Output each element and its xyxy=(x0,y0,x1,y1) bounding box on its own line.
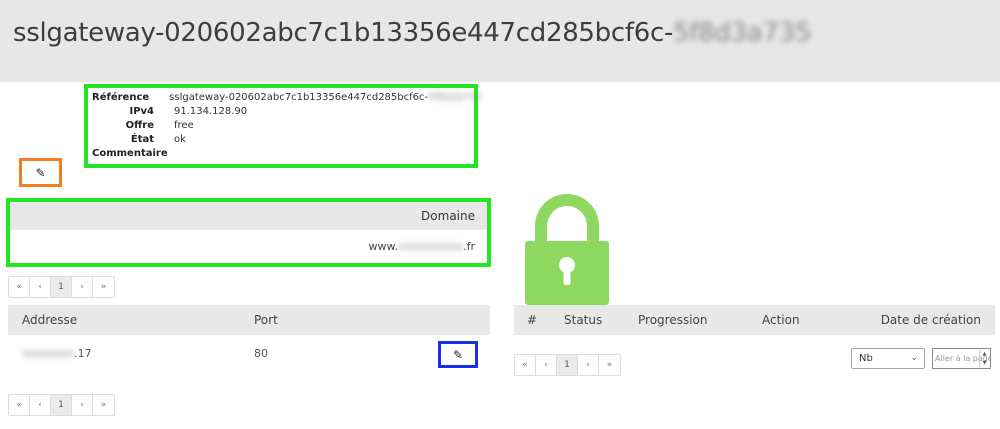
column-header-date-creation: Date de création xyxy=(880,313,981,327)
lock-icon xyxy=(525,194,609,305)
info-row-etat: État ok xyxy=(92,133,470,147)
address-pagination: « ‹ 1 › » xyxy=(8,394,115,416)
info-value-reference: sslgateway-020602abc7c1b13356e447cd285bc… xyxy=(169,92,429,103)
port-cell: 80 xyxy=(254,347,268,360)
pencil-icon: ✎ xyxy=(452,347,464,362)
column-header-address: Addresse xyxy=(22,313,78,327)
task-table: # Status Progression Action Date de créa… xyxy=(514,305,995,335)
page-size-select[interactable]: Nb ⌄ xyxy=(851,348,925,369)
task-pagination: « ‹ 1 › » xyxy=(514,354,621,376)
address-cell: xxxxxxxx.17 xyxy=(22,347,92,360)
domain-column-header: Domaine xyxy=(10,202,487,230)
pager-first-button[interactable]: « xyxy=(515,355,536,375)
spinner-down-icon[interactable]: ▼ xyxy=(983,360,987,366)
column-header-progression: Progression xyxy=(638,313,708,327)
info-label: Référence xyxy=(92,92,150,103)
domain-prefix: www. xyxy=(368,240,398,253)
edit-address-button[interactable]: ✎ xyxy=(438,341,478,368)
pager-prev-button[interactable]: ‹ xyxy=(30,277,51,297)
domain-pagination: « ‹ 1 › » xyxy=(8,276,115,298)
pager-first-button[interactable]: « xyxy=(9,395,30,415)
domain-table: Domaine www.xxxxxxxxxx.fr xyxy=(6,198,491,267)
pager-next-button[interactable]: › xyxy=(72,277,93,297)
address-table-header: Addresse Port xyxy=(8,305,490,335)
info-label: État xyxy=(130,134,154,145)
page-header: sslgateway-020602abc7c1b13356e447cd285bc… xyxy=(0,0,1000,82)
address-suffix: .17 xyxy=(74,347,92,360)
chevron-down-icon: ⌄ xyxy=(910,353,918,363)
pager-last-button[interactable]: » xyxy=(93,395,114,415)
number-spinner[interactable]: ▲ ▼ xyxy=(979,350,989,367)
table-row: www.xxxxxxxxxx.fr xyxy=(10,230,487,263)
pager-next-button[interactable]: › xyxy=(578,355,599,375)
table-row: xxxxxxxx.17 80 xyxy=(8,335,490,373)
info-value-redacted: 5f8d3a735 xyxy=(428,92,483,103)
info-row-ipv4: IPv4 91.134.128.90 xyxy=(92,105,470,119)
goto-page-input[interactable]: Aller à la page ▲ ▼ xyxy=(932,348,991,369)
info-label: Commentaire xyxy=(92,148,168,159)
pager-last-button[interactable]: » xyxy=(93,277,114,297)
pager-prev-button[interactable]: ‹ xyxy=(30,395,51,415)
edit-gateway-button[interactable]: ✎ xyxy=(19,158,62,187)
page-title: sslgateway-020602abc7c1b13356e447cd285bc… xyxy=(13,18,812,48)
page-size-value: Nb xyxy=(859,353,873,364)
pager-next-button[interactable]: › xyxy=(72,395,93,415)
domain-redacted: xxxxxxxxxx xyxy=(397,240,464,253)
info-label: Offre xyxy=(125,120,154,131)
info-value: free xyxy=(174,120,194,131)
pager-page-button[interactable]: 1 xyxy=(51,395,72,415)
pager-last-button[interactable]: » xyxy=(599,355,620,375)
info-row-commentaire: Commentaire xyxy=(92,147,470,161)
column-header-status: Status xyxy=(564,313,603,327)
column-header-port: Port xyxy=(254,313,278,327)
pager-prev-button[interactable]: ‹ xyxy=(536,355,557,375)
info-value: ok xyxy=(174,134,186,145)
info-label: IPv4 xyxy=(129,106,154,117)
page-title-redacted: 5f8d3a735 xyxy=(673,18,812,48)
column-header-action: Action xyxy=(762,313,800,327)
gateway-info-panel: Référence sslgateway-020602abc7c1b13356e… xyxy=(84,84,482,168)
domain-suffix: .fr xyxy=(463,240,475,253)
pager-page-button[interactable]: 1 xyxy=(557,355,578,375)
pencil-icon: ✎ xyxy=(35,165,46,180)
column-header-number: # xyxy=(527,313,538,327)
task-table-header: # Status Progression Action Date de créa… xyxy=(514,305,995,335)
page-title-text: sslgateway-020602abc7c1b13356e447cd285bc… xyxy=(13,18,674,48)
info-row-offre: Offre free xyxy=(92,119,470,133)
info-value: 91.134.128.90 xyxy=(174,106,248,117)
address-table: Addresse Port xxxxxxxx.17 80 ✎ xyxy=(8,305,490,373)
pager-page-button[interactable]: 1 xyxy=(51,277,72,297)
spinner-up-icon[interactable]: ▲ xyxy=(983,351,987,357)
info-value: sslgateway-020602abc7c1b13356e447cd285bc… xyxy=(169,91,482,105)
pager-first-button[interactable]: « xyxy=(9,277,30,297)
info-row-reference: Référence sslgateway-020602abc7c1b13356e… xyxy=(92,91,482,105)
address-redacted: xxxxxxxx xyxy=(22,347,75,360)
